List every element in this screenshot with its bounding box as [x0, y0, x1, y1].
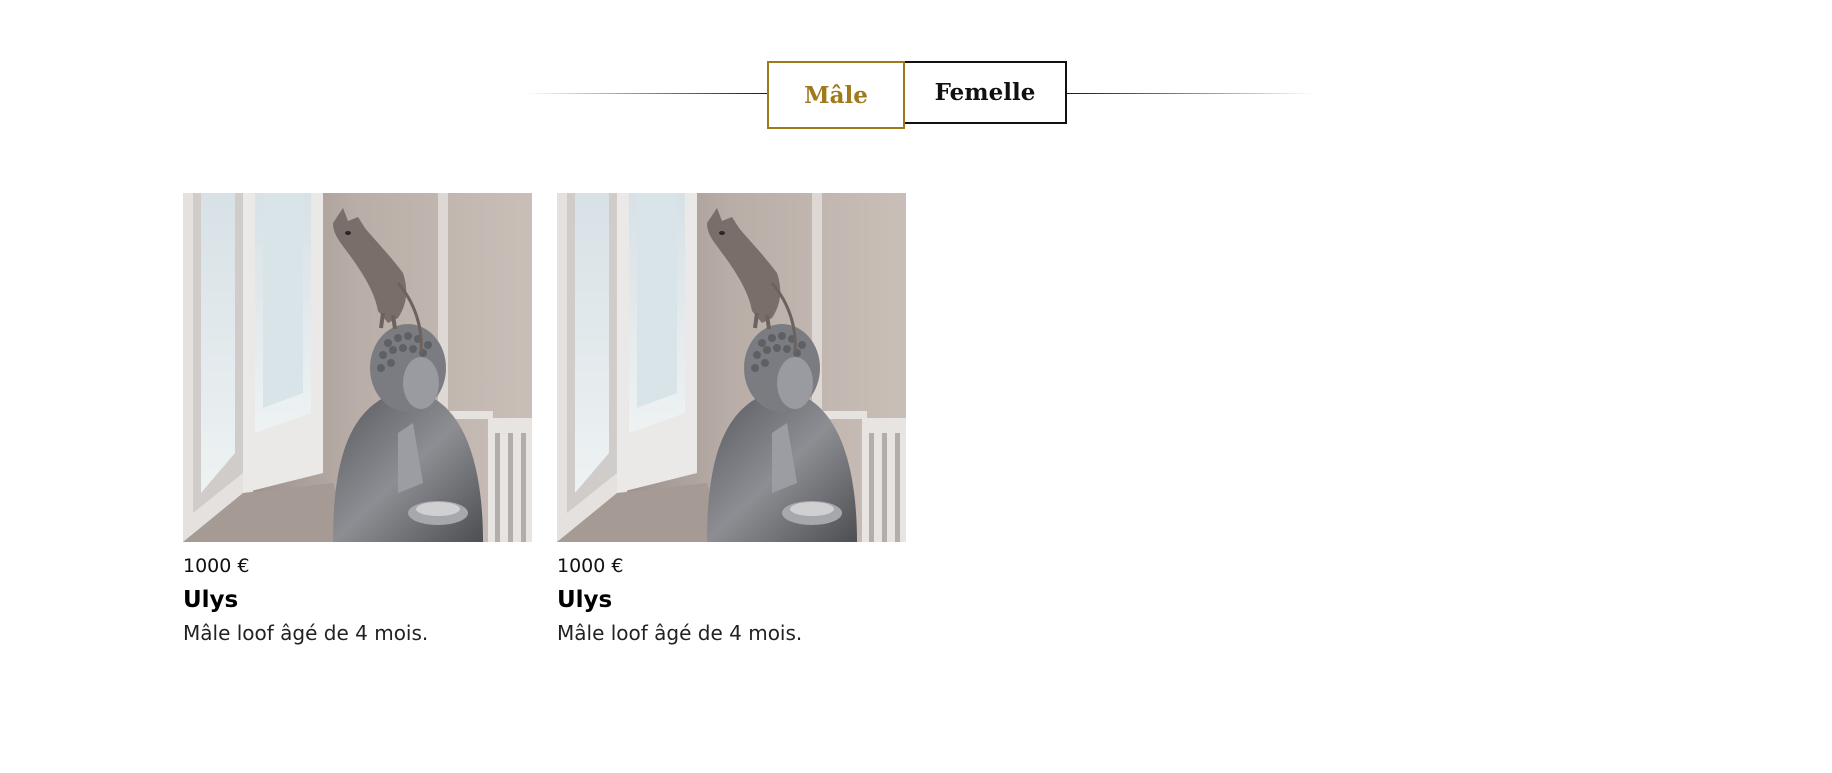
product-description: Mâle loof âgé de 4 mois.	[183, 621, 429, 645]
decorative-rule-left	[525, 93, 769, 94]
product-card[interactable]: 1000 € Ulys Mâle loof âgé de 4 mois.	[183, 193, 532, 646]
product-card[interactable]: 1000 € Ulys Mâle loof âgé de 4 mois.	[557, 193, 906, 646]
product-price: 1000 €	[557, 555, 624, 577]
gender-tabs: Mâle Femelle	[0, 61, 1832, 129]
product-photo[interactable]	[557, 193, 906, 542]
product-name[interactable]: Ulys	[183, 587, 532, 614]
tab-male[interactable]: Mâle	[767, 61, 905, 129]
product-name[interactable]: Ulys	[557, 587, 906, 614]
product-photo[interactable]	[183, 193, 532, 542]
tab-female[interactable]: Femelle	[905, 61, 1067, 124]
decorative-rule-right	[1067, 93, 1314, 94]
product-price: 1000 €	[183, 555, 250, 577]
product-description: Mâle loof âgé de 4 mois.	[557, 621, 803, 645]
